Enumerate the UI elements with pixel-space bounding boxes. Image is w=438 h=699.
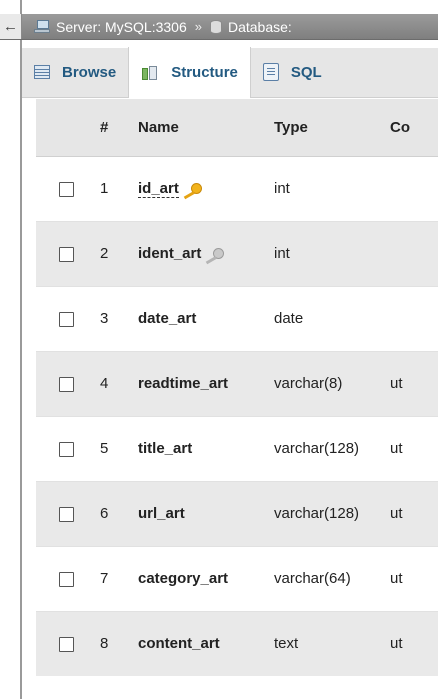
tab-bar: Browse Structure SQL	[22, 47, 438, 98]
header-name[interactable]: Name	[126, 99, 266, 157]
column-type: varchar(64)	[266, 545, 384, 611]
primary-key-icon	[183, 182, 202, 199]
header-number[interactable]: #	[96, 99, 126, 157]
structure-table: # Name Type Co 1 id_art int 2 ident_art …	[36, 99, 438, 676]
breadcrumb-server-label: Server: MySQL:3306	[56, 18, 187, 35]
tab-browse[interactable]: Browse	[22, 47, 128, 97]
table-row: 2 ident_art int	[36, 220, 438, 286]
breadcrumb-server[interactable]: Server: MySQL:3306	[34, 19, 187, 35]
column-collation: ut	[384, 545, 438, 611]
breadcrumb-database-label: Database:	[227, 18, 292, 35]
column-name-cell: id_art	[126, 155, 266, 221]
tab-structure[interactable]: Structure	[128, 47, 251, 98]
row-select-cell	[36, 415, 96, 481]
structure-page: ← Server: MySQL:3306 » Database: Browse …	[0, 0, 438, 699]
column-collation: ut	[384, 350, 438, 416]
column-collation	[384, 285, 438, 351]
column-name[interactable]: ident_art	[138, 245, 201, 262]
column-name[interactable]: title_art	[126, 415, 266, 481]
table-row: 5 title_art varchar(128) ut	[36, 415, 438, 481]
structure-icon	[141, 65, 159, 81]
row-checkbox[interactable]	[58, 181, 74, 197]
row-select-cell	[36, 285, 96, 351]
column-type: varchar(128)	[266, 415, 384, 481]
column-type: date	[266, 285, 384, 351]
table-row: 8 content_art text ut	[36, 610, 438, 676]
back-arrow-icon: ←	[3, 18, 18, 35]
column-name[interactable]: url_art	[126, 480, 266, 546]
row-select-cell	[36, 350, 96, 416]
navigation-divider	[20, 0, 22, 699]
row-select-cell	[36, 545, 96, 611]
column-collation	[384, 220, 438, 286]
row-number: 4	[96, 350, 126, 416]
server-icon	[34, 20, 50, 33]
column-name[interactable]: readtime_art	[126, 350, 266, 416]
tab-structure-label: Structure	[171, 64, 238, 81]
row-checkbox[interactable]	[58, 636, 74, 652]
row-checkbox[interactable]	[58, 246, 74, 262]
row-checkbox[interactable]	[58, 376, 74, 392]
table-header-row: # Name Type Co	[36, 99, 438, 157]
row-number: 8	[96, 610, 126, 676]
column-collation	[384, 155, 438, 221]
column-type: text	[266, 610, 384, 676]
index-key-icon	[205, 247, 225, 264]
row-checkbox[interactable]	[58, 311, 74, 327]
breadcrumb-separator: »	[194, 19, 202, 34]
row-checkbox[interactable]	[58, 506, 74, 522]
row-number: 5	[96, 415, 126, 481]
table-row: 3 date_art date	[36, 285, 438, 351]
browse-icon	[34, 65, 50, 79]
column-name[interactable]: date_art	[126, 285, 266, 351]
table-row: 7 category_art varchar(64) ut	[36, 545, 438, 611]
row-select-cell	[36, 155, 96, 221]
row-select-cell	[36, 480, 96, 546]
column-collation: ut	[384, 480, 438, 546]
column-type: int	[266, 155, 384, 221]
database-icon	[209, 19, 222, 34]
table-row: 1 id_art int	[36, 155, 438, 221]
row-number: 6	[96, 480, 126, 546]
column-type: varchar(128)	[266, 480, 384, 546]
sql-icon	[262, 63, 279, 81]
column-collation: ut	[384, 415, 438, 481]
tab-browse-label: Browse	[62, 63, 117, 81]
tab-sql[interactable]: SQL	[251, 47, 334, 97]
collapse-navigation-button[interactable]: ←	[0, 14, 22, 39]
row-checkbox[interactable]	[58, 571, 74, 587]
row-checkbox[interactable]	[58, 441, 74, 457]
column-name[interactable]: category_art	[126, 545, 266, 611]
row-select-cell	[36, 220, 96, 286]
table-row: 6 url_art varchar(128) ut	[36, 480, 438, 546]
tab-sql-label: SQL	[290, 63, 322, 81]
column-type: int	[266, 220, 384, 286]
column-name[interactable]: content_art	[126, 610, 266, 676]
breadcrumb-database[interactable]: Database:	[209, 18, 292, 35]
column-collation: ut	[384, 610, 438, 676]
column-name[interactable]: id_art	[138, 180, 179, 198]
header-select	[36, 99, 96, 157]
row-number: 7	[96, 545, 126, 611]
row-select-cell	[36, 610, 96, 676]
breadcrumb: ← Server: MySQL:3306 » Database:	[0, 14, 438, 40]
row-number: 2	[96, 220, 126, 286]
row-number: 1	[96, 155, 126, 221]
column-name-cell: ident_art	[126, 220, 266, 286]
table-row: 4 readtime_art varchar(8) ut	[36, 350, 438, 416]
header-type[interactable]: Type	[266, 99, 384, 157]
column-type: varchar(8)	[266, 350, 384, 416]
row-number: 3	[96, 285, 126, 351]
header-collation[interactable]: Co	[384, 99, 438, 157]
